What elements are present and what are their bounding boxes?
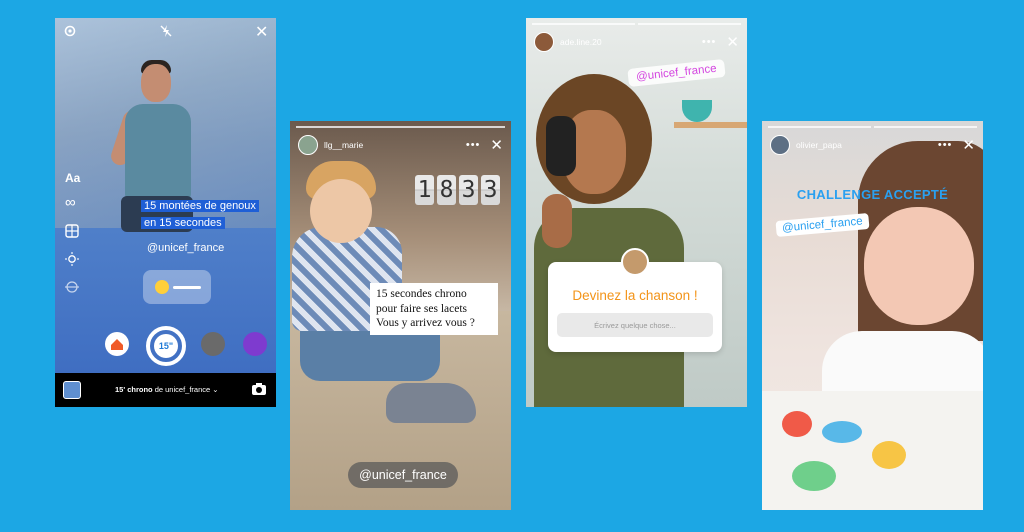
avatar: [621, 248, 649, 276]
home-effect-icon[interactable]: [105, 332, 129, 356]
username[interactable]: olivier_papa: [796, 140, 938, 150]
question-title: Devinez la chanson !: [572, 288, 698, 303]
more-icon[interactable]: •••: [702, 36, 717, 48]
story-header: ade.line.20 ••• ✕: [534, 31, 739, 53]
username[interactable]: llg__marie: [324, 140, 466, 150]
story-header: olivier_papa ••• ✕: [770, 134, 975, 156]
timer-label: 15": [154, 334, 178, 358]
username[interactable]: ade.line.20: [560, 37, 702, 47]
level-icon[interactable]: [65, 280, 79, 297]
question-answer-field[interactable]: Écrivez quelque chose...: [557, 313, 713, 337]
mention-sticker[interactable]: @unicef_france: [348, 462, 458, 488]
story-progress: [296, 126, 505, 128]
chevron-down-icon: ⌄: [212, 385, 219, 394]
close-icon[interactable]: ✕: [962, 138, 975, 153]
camera-screen: ✕ Aa ∞ 15 montées de genoux en 15 second…: [55, 18, 276, 407]
story-header: llg__marie ••• ✕: [298, 134, 503, 156]
close-icon[interactable]: ✕: [255, 22, 268, 42]
boomerang-icon[interactable]: ∞: [65, 194, 76, 211]
camera-preview: ✕ Aa ∞ 15 montées de genoux en 15 second…: [55, 18, 276, 373]
headphones-icon: [546, 116, 576, 176]
story-laces: llg__marie ••• ✕ 1 8 3 3 15 secondes chr…: [290, 121, 511, 510]
mention-sticker[interactable]: @unicef_france: [147, 242, 224, 254]
flip-camera-icon[interactable]: [251, 381, 267, 399]
emoji-slider-sticker[interactable]: [143, 270, 211, 304]
sun-icon[interactable]: [65, 252, 79, 269]
effect-label[interactable]: 15' chrono de unicef_france ⌄: [115, 385, 219, 394]
avatar[interactable]: [298, 135, 318, 155]
heart-eyes-emoji-icon: [155, 280, 169, 294]
bottom-bar: 15' chrono de unicef_france ⌄: [55, 373, 276, 407]
text-tool[interactable]: Aa: [65, 171, 80, 185]
gallery-thumbnail[interactable]: [63, 381, 81, 399]
story-progress: [532, 23, 741, 25]
shutter-button[interactable]: 15": [146, 326, 186, 366]
filter-effect-icon[interactable]: [243, 332, 267, 356]
more-icon[interactable]: •••: [466, 139, 481, 151]
challenge-title: CHALLENGE ACCEPTÉ: [796, 187, 949, 202]
close-icon[interactable]: ✕: [490, 138, 503, 153]
settings-icon[interactable]: [63, 24, 77, 41]
caption-line-1: 15 montées de genoux: [141, 200, 259, 212]
flip-clock: 1 8 3 3: [415, 175, 500, 205]
effect-thumbnail-icon[interactable]: [201, 332, 225, 356]
layout-icon[interactable]: [65, 224, 79, 241]
story-song: ade.line.20 ••• ✕ @unicef_france Devinez…: [526, 18, 747, 407]
story-drawing: olivier_papa ••• ✕ CHALLENGE ACCEPTÉ @un…: [762, 121, 983, 510]
caption-line-2: en 15 secondes: [141, 217, 225, 229]
more-icon[interactable]: •••: [938, 139, 953, 151]
story-progress: [768, 126, 977, 128]
avatar[interactable]: [534, 32, 554, 52]
close-icon[interactable]: ✕: [726, 35, 739, 50]
text-sticker: 15 secondes chrono pour faire ses lacets…: [370, 283, 498, 335]
avatar[interactable]: [770, 135, 790, 155]
flash-off-icon[interactable]: [159, 24, 173, 41]
